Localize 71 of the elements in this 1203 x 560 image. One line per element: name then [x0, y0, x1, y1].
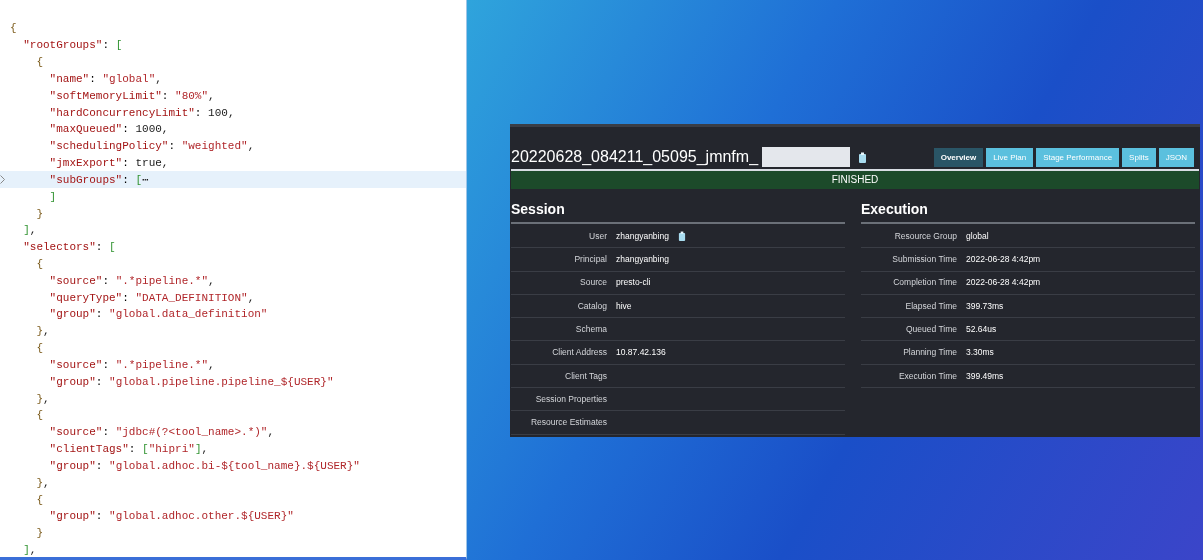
code-line: {: [35, 341, 43, 357]
code-line: "group": "global.pipeline.pipeline_${USER}": [48, 374, 334, 390]
code-line: }: [35, 526, 43, 542]
clipboard-icon[interactable]: [858, 151, 868, 163]
code-line: "group": "global.adhoc.other.${USER}": [48, 509, 294, 525]
section-title: Session: [511, 199, 845, 224]
code-line: "name": "global",: [48, 71, 162, 87]
code-line: "source": ".*pipeline.*",: [48, 273, 215, 289]
status-bar: FINISHED: [511, 171, 1199, 189]
code-line: "maxQueued": 1000,: [48, 122, 169, 138]
field-value: hive: [616, 299, 632, 313]
code-line: "clientTags": ["hipri"],: [48, 442, 209, 458]
code-line: "jmxExport": true,: [48, 156, 169, 172]
code-line: ],: [22, 543, 37, 559]
field-value: 399.49ms: [966, 369, 1004, 383]
field-label: Resource Group: [894, 229, 957, 243]
field-label: User: [589, 229, 607, 243]
code-line: {: [35, 492, 43, 508]
code-line: "selectors": [: [22, 240, 116, 256]
code-line: "rootGroups": [: [22, 38, 123, 54]
field-value: 2022-06-28 4:42pm: [966, 253, 1041, 266]
field-label: Client Tags: [565, 369, 607, 383]
field-label: Resource Estimates: [530, 416, 607, 429]
field-value: zhangyanbing: [616, 229, 669, 243]
field-value: presto-cli: [616, 276, 651, 290]
field-value: global: [966, 229, 989, 243]
clipboard-icon[interactable]: [677, 231, 686, 242]
code-line: "schedulingPolicy": "weighted",: [48, 139, 255, 155]
code-line: "group": "global.data_definition": [48, 307, 268, 323]
code-line: ],: [22, 223, 37, 239]
section-title: Execution: [861, 199, 1195, 224]
tab[interactable]: Live Plan: [986, 148, 1034, 167]
field-label: Submission Time: [892, 253, 957, 266]
tab[interactable]: Stage Performance: [1036, 148, 1120, 167]
tab[interactable]: Splits: [1122, 148, 1156, 167]
field-label: Client Address: [552, 346, 607, 359]
field-value: zhangyanbing: [616, 253, 669, 266]
field-label: Schema: [575, 322, 607, 336]
tab[interactable]: Overview: [933, 148, 984, 167]
field-label: Source: [580, 276, 607, 290]
code-line: "source": ".*pipeline.*",: [48, 357, 215, 373]
code-line: },: [35, 391, 50, 407]
code-line: },: [35, 324, 50, 340]
code-line: {: [10, 21, 17, 37]
field-label: Queued Time: [905, 322, 957, 336]
field-label: Elapsed Time: [905, 299, 957, 313]
code-line: "source": "jdbc#(?<tool_name>.*)",: [48, 425, 275, 441]
code-line-text: "subGroups": [⋯: [48, 172, 149, 188]
code-line: }: [35, 206, 43, 222]
code-line: ]: [48, 189, 57, 205]
field-value: 10.87.42.136: [616, 346, 666, 359]
code-line: "softMemoryLimit": "80%",: [48, 88, 215, 104]
field-label: Completion Time: [893, 276, 957, 290]
code-line: "hardConcurrencyLimit": 100,: [48, 105, 235, 121]
field-value: 3.30ms: [966, 346, 994, 359]
field-label: Catalog: [577, 299, 607, 313]
code-line: "queryType": "DATA_DEFINITION",: [48, 290, 255, 306]
code-line: {: [35, 408, 43, 424]
field-value: 2022-06-28 4:42pm: [966, 276, 1041, 290]
field-label: Principal: [574, 253, 607, 266]
code-line: {: [35, 257, 43, 272]
code-line: {: [35, 55, 43, 71]
code-line: "group": "global.adhoc.bi-${tool_name}.${USER}": [48, 458, 360, 474]
field-value: 52.64us: [966, 322, 997, 336]
query-id: 20220628_084211_05095_jmnfm_: [511, 147, 759, 167]
tab[interactable]: JSON: [1158, 148, 1194, 167]
code-line: },: [35, 475, 50, 491]
field-value: 399.73ms: [966, 299, 1004, 313]
field-label: Execution Time: [898, 369, 957, 383]
field-label: Session Properties: [535, 392, 607, 406]
field-label: Planning Time: [903, 346, 957, 359]
